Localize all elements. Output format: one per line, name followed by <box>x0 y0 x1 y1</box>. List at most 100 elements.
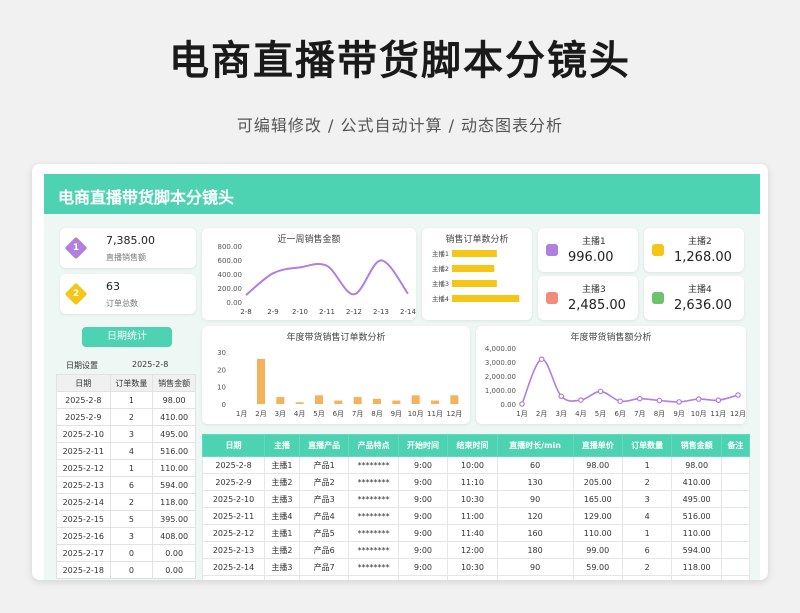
table-cell[interactable]: 2025-2-9 <box>201 473 266 491</box>
table-cell[interactable]: 110.00 <box>572 524 623 542</box>
date-setting-value[interactable]: 2025-2-8 <box>132 360 168 369</box>
table-cell[interactable]: 11:00 <box>447 575 498 580</box>
table-cell[interactable]: 2 <box>621 558 673 576</box>
table-cell[interactable] <box>720 473 751 491</box>
table-cell[interactable] <box>720 507 751 525</box>
table-cell[interactable]: 118.00 <box>671 558 722 576</box>
table-cell[interactable]: 2025-2-10 <box>56 425 111 443</box>
table-cell[interactable]: 主播1 <box>264 456 300 474</box>
table-cell[interactable]: 产品1 <box>298 456 350 474</box>
table-cell[interactable]: 90 <box>496 558 574 576</box>
table-cell[interactable]: 3 <box>621 490 673 508</box>
table-cell[interactable]: 2025-2-10 <box>201 490 266 508</box>
table-cell[interactable]: 98.00 <box>572 456 623 474</box>
table-cell[interactable]: 9:00 <box>397 456 449 474</box>
table-cell[interactable]: 2025-2-8 <box>201 456 266 474</box>
table-cell[interactable]: 2 <box>109 493 154 511</box>
table-cell[interactable]: 0 <box>109 561 154 579</box>
table-cell[interactable] <box>720 456 751 474</box>
table-cell[interactable] <box>720 558 751 576</box>
table-cell[interactable]: 120 <box>496 507 574 525</box>
table-cell[interactable]: 2025-2-12 <box>56 459 111 477</box>
table-cell[interactable]: 2025-2-18 <box>56 561 111 579</box>
table-cell[interactable] <box>720 575 751 580</box>
table-cell[interactable]: 495.00 <box>152 425 196 443</box>
table-cell[interactable]: 产品8 <box>298 575 350 580</box>
table-cell[interactable]: 5 <box>109 510 154 528</box>
table-cell[interactable]: 2025-2-11 <box>201 507 266 525</box>
table-cell[interactable]: 9:00 <box>397 575 449 580</box>
table-cell[interactable]: 产品4 <box>298 507 350 525</box>
table-cell[interactable]: 2025-2-15 <box>56 510 111 528</box>
table-cell[interactable]: 99.00 <box>572 541 623 559</box>
table-cell[interactable]: 10:30 <box>447 490 498 508</box>
table-cell[interactable]: 3 <box>109 527 154 545</box>
table-cell[interactable]: 9:00 <box>397 541 449 559</box>
table-cell[interactable]: 4 <box>621 507 673 525</box>
table-cell[interactable]: 4 <box>109 442 154 460</box>
table-cell[interactable]: 410.00 <box>671 473 722 491</box>
table-cell[interactable]: 408.00 <box>152 527 196 545</box>
table-cell[interactable]: 120 <box>496 575 574 580</box>
table-cell[interactable]: 5 <box>621 575 673 580</box>
table-cell[interactable]: 516.00 <box>671 507 722 525</box>
table-cell[interactable]: 110.00 <box>671 524 722 542</box>
table-cell[interactable]: ******** <box>348 575 399 580</box>
table-cell[interactable]: 主播2 <box>264 541 300 559</box>
table-cell[interactable]: 118.00 <box>152 493 196 511</box>
table-cell[interactable]: 98.00 <box>152 391 196 409</box>
table-cell[interactable]: 395.00 <box>671 575 722 580</box>
table-cell[interactable]: 79.00 <box>572 575 623 580</box>
table-cell[interactable]: 2025-2-9 <box>56 408 111 426</box>
table-cell[interactable]: 主播4 <box>264 575 300 580</box>
table-cell[interactable]: 9:00 <box>397 558 449 576</box>
table-cell[interactable]: 2 <box>621 473 673 491</box>
table-cell[interactable]: 0 <box>109 544 154 562</box>
table-cell[interactable]: 6 <box>109 476 154 494</box>
table-cell[interactable]: 1 <box>621 524 673 542</box>
table-cell[interactable]: 主播4 <box>264 507 300 525</box>
table-cell[interactable]: 2025-2-14 <box>56 493 111 511</box>
table-cell[interactable]: 594.00 <box>671 541 722 559</box>
table-cell[interactable]: 130 <box>496 473 574 491</box>
table-cell[interactable]: 2025-2-14 <box>201 558 266 576</box>
table-cell[interactable]: 主播3 <box>264 490 300 508</box>
table-cell[interactable]: 11:10 <box>447 473 498 491</box>
table-cell[interactable]: 2025-2-13 <box>56 476 111 494</box>
table-cell[interactable]: 6 <box>621 541 673 559</box>
table-cell[interactable]: 594.00 <box>152 476 196 494</box>
table-cell[interactable]: ******** <box>348 541 399 559</box>
table-cell[interactable]: 60 <box>496 456 574 474</box>
table-cell[interactable]: ******** <box>348 473 399 491</box>
table-cell[interactable]: 2025-2-15 <box>201 575 266 580</box>
table-cell[interactable]: 2025-2-11 <box>56 442 111 460</box>
table-cell[interactable]: 59.00 <box>572 558 623 576</box>
table-cell[interactable] <box>720 524 751 542</box>
table-cell[interactable]: 10:30 <box>447 558 498 576</box>
table-cell[interactable]: 9:00 <box>397 490 449 508</box>
table-cell[interactable]: 2025-2-17 <box>56 544 111 562</box>
table-cell[interactable]: 205.00 <box>572 473 623 491</box>
table-cell[interactable]: 0.00 <box>152 561 196 579</box>
table-cell[interactable]: 129.00 <box>572 507 623 525</box>
table-cell[interactable]: ******** <box>348 507 399 525</box>
table-cell[interactable]: 2025-2-8 <box>56 391 111 409</box>
table-cell[interactable]: 主播2 <box>264 473 300 491</box>
table-cell[interactable]: 1 <box>109 459 154 477</box>
table-cell[interactable]: 11:40 <box>447 524 498 542</box>
table-cell[interactable] <box>720 490 751 508</box>
table-cell[interactable]: 11:00 <box>447 507 498 525</box>
table-cell[interactable]: 主播1 <box>264 524 300 542</box>
table-cell[interactable]: 1 <box>621 456 673 474</box>
table-cell[interactable] <box>720 541 751 559</box>
table-cell[interactable]: 产品5 <box>298 524 350 542</box>
table-cell[interactable]: 98.00 <box>671 456 722 474</box>
table-cell[interactable]: 12:00 <box>447 541 498 559</box>
table-cell[interactable]: 10:00 <box>447 456 498 474</box>
table-cell[interactable]: ******** <box>348 456 399 474</box>
table-cell[interactable]: ******** <box>348 524 399 542</box>
table-cell[interactable]: 2 <box>109 408 154 426</box>
table-cell[interactable]: 410.00 <box>152 408 196 426</box>
table-cell[interactable]: 产品3 <box>298 490 350 508</box>
table-cell[interactable]: 110.00 <box>152 459 196 477</box>
